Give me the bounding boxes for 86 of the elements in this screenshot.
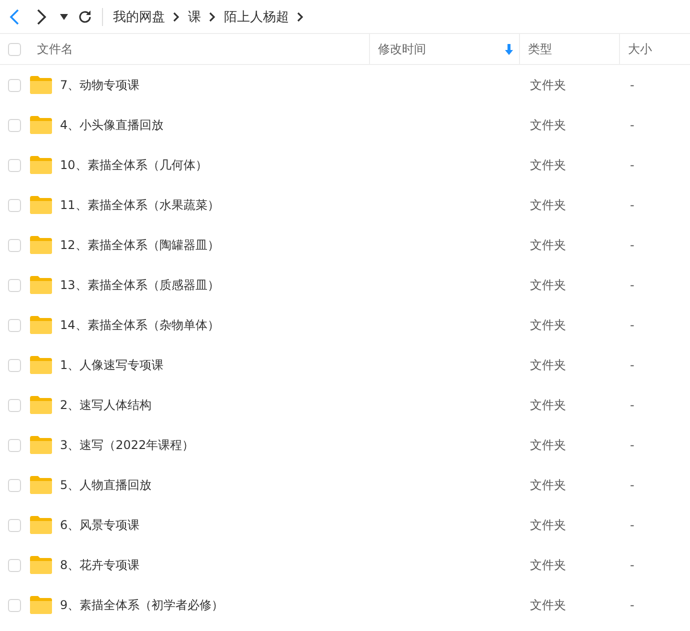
chevron-icon — [173, 12, 180, 22]
folder-icon — [30, 116, 52, 134]
row-checkbox[interactable] — [8, 78, 21, 92]
folder-icon — [30, 436, 52, 454]
folder-icon — [30, 156, 52, 174]
chevron-icon — [297, 12, 304, 22]
column-header[interactable]: 类型 — [528, 40, 552, 58]
file-name[interactable]: 5、人物直播回放 — [60, 476, 530, 494]
file-size: - — [630, 598, 634, 612]
folder-icon — [30, 516, 52, 534]
folder-icon — [30, 556, 52, 574]
file-type: 文件夹 — [530, 276, 567, 294]
file-name[interactable]: 10、素描全体系（几何体） — [60, 156, 530, 174]
file-name[interactable]: 1、人像速写专项课 — [60, 356, 530, 374]
row-checkbox[interactable] — [8, 118, 21, 132]
sort-arrow-icon[interactable] — [505, 44, 513, 54]
row-checkbox[interactable] — [8, 358, 21, 372]
row-checkbox[interactable] — [8, 278, 21, 292]
file-type: 文件夹 — [530, 236, 567, 254]
file-name[interactable]: 9、素描全体系（初学者必修） — [60, 596, 530, 614]
file-size: - — [630, 198, 634, 212]
file-type: 文件夹 — [530, 476, 567, 494]
file-name[interactable]: 12、素描全体系（陶罐器皿） — [60, 236, 530, 254]
row-checkbox[interactable] — [8, 438, 21, 452]
file-name[interactable]: 2、速写人体结构 — [60, 396, 530, 414]
chevron-icon — [209, 12, 216, 22]
file-type: 文件夹 — [530, 356, 567, 374]
file-name[interactable]: 13、素描全体系（质感器皿） — [60, 276, 530, 294]
column-header[interactable]: 文件名 — [37, 40, 73, 58]
file-type: 文件夹 — [530, 156, 567, 174]
back-button[interactable] — [8, 8, 20, 26]
column-header[interactable]: 大小 — [628, 40, 652, 58]
file-type: 文件夹 — [530, 316, 567, 334]
file-size: - — [630, 158, 634, 172]
folder-icon — [30, 396, 52, 414]
row-checkbox[interactable] — [8, 158, 21, 172]
select-all-checkbox[interactable] — [8, 42, 21, 56]
folder-icon — [30, 196, 52, 214]
file-type: 文件夹 — [530, 436, 567, 454]
file-size: - — [630, 278, 634, 292]
file-name[interactable]: 11、素描全体系（水果蔬菜） — [60, 196, 530, 214]
folder-icon — [30, 356, 52, 374]
folder-icon — [30, 236, 52, 254]
file-name[interactable]: 3、速写（2022年课程） — [60, 436, 530, 454]
folder-icon — [30, 76, 52, 94]
file-name[interactable]: 7、动物专项课 — [60, 76, 530, 94]
breadcrumb-link[interactable]: 课 — [188, 8, 201, 26]
file-name[interactable]: 4、小头像直播回放 — [60, 116, 530, 134]
forward-button[interactable] — [36, 8, 48, 26]
file-size: - — [630, 118, 634, 132]
row-checkbox[interactable] — [8, 478, 21, 492]
file-size: - — [630, 238, 634, 252]
refresh-button[interactable] — [78, 10, 92, 24]
history-dropdown-button[interactable] — [60, 14, 68, 20]
file-size: - — [630, 478, 634, 492]
row-checkbox[interactable] — [8, 318, 21, 332]
row-checkbox[interactable] — [8, 558, 21, 572]
file-size: - — [630, 318, 634, 332]
file-type: 文件夹 — [530, 596, 567, 614]
folder-icon — [30, 316, 52, 334]
file-type: 文件夹 — [530, 116, 567, 134]
file-name[interactable]: 14、素描全体系（杂物单体） — [60, 316, 530, 334]
row-checkbox[interactable] — [8, 238, 21, 252]
row-checkbox[interactable] — [8, 398, 21, 412]
folder-icon — [30, 476, 52, 494]
file-type: 文件夹 — [530, 516, 567, 534]
file-type: 文件夹 — [530, 76, 567, 94]
file-size: - — [630, 558, 634, 572]
breadcrumb-link[interactable]: 陌上人杨超 — [224, 8, 289, 26]
file-type: 文件夹 — [530, 396, 567, 414]
row-checkbox[interactable] — [8, 198, 21, 212]
row-checkbox[interactable] — [8, 518, 21, 532]
breadcrumb-link[interactable]: 我的网盘 — [113, 8, 165, 26]
folder-icon — [30, 276, 52, 294]
folder-icon — [30, 596, 52, 614]
file-size: - — [630, 438, 634, 452]
file-type: 文件夹 — [530, 196, 567, 214]
file-name[interactable]: 8、花卉专项课 — [60, 556, 530, 574]
file-type: 文件夹 — [530, 556, 567, 574]
file-size: - — [630, 78, 634, 92]
file-size: - — [630, 518, 634, 532]
row-checkbox[interactable] — [8, 598, 21, 612]
file-name[interactable]: 6、风景专项课 — [60, 516, 530, 534]
file-size: - — [630, 398, 634, 412]
file-size: - — [630, 358, 634, 372]
column-header[interactable]: 修改时间 — [378, 40, 426, 58]
